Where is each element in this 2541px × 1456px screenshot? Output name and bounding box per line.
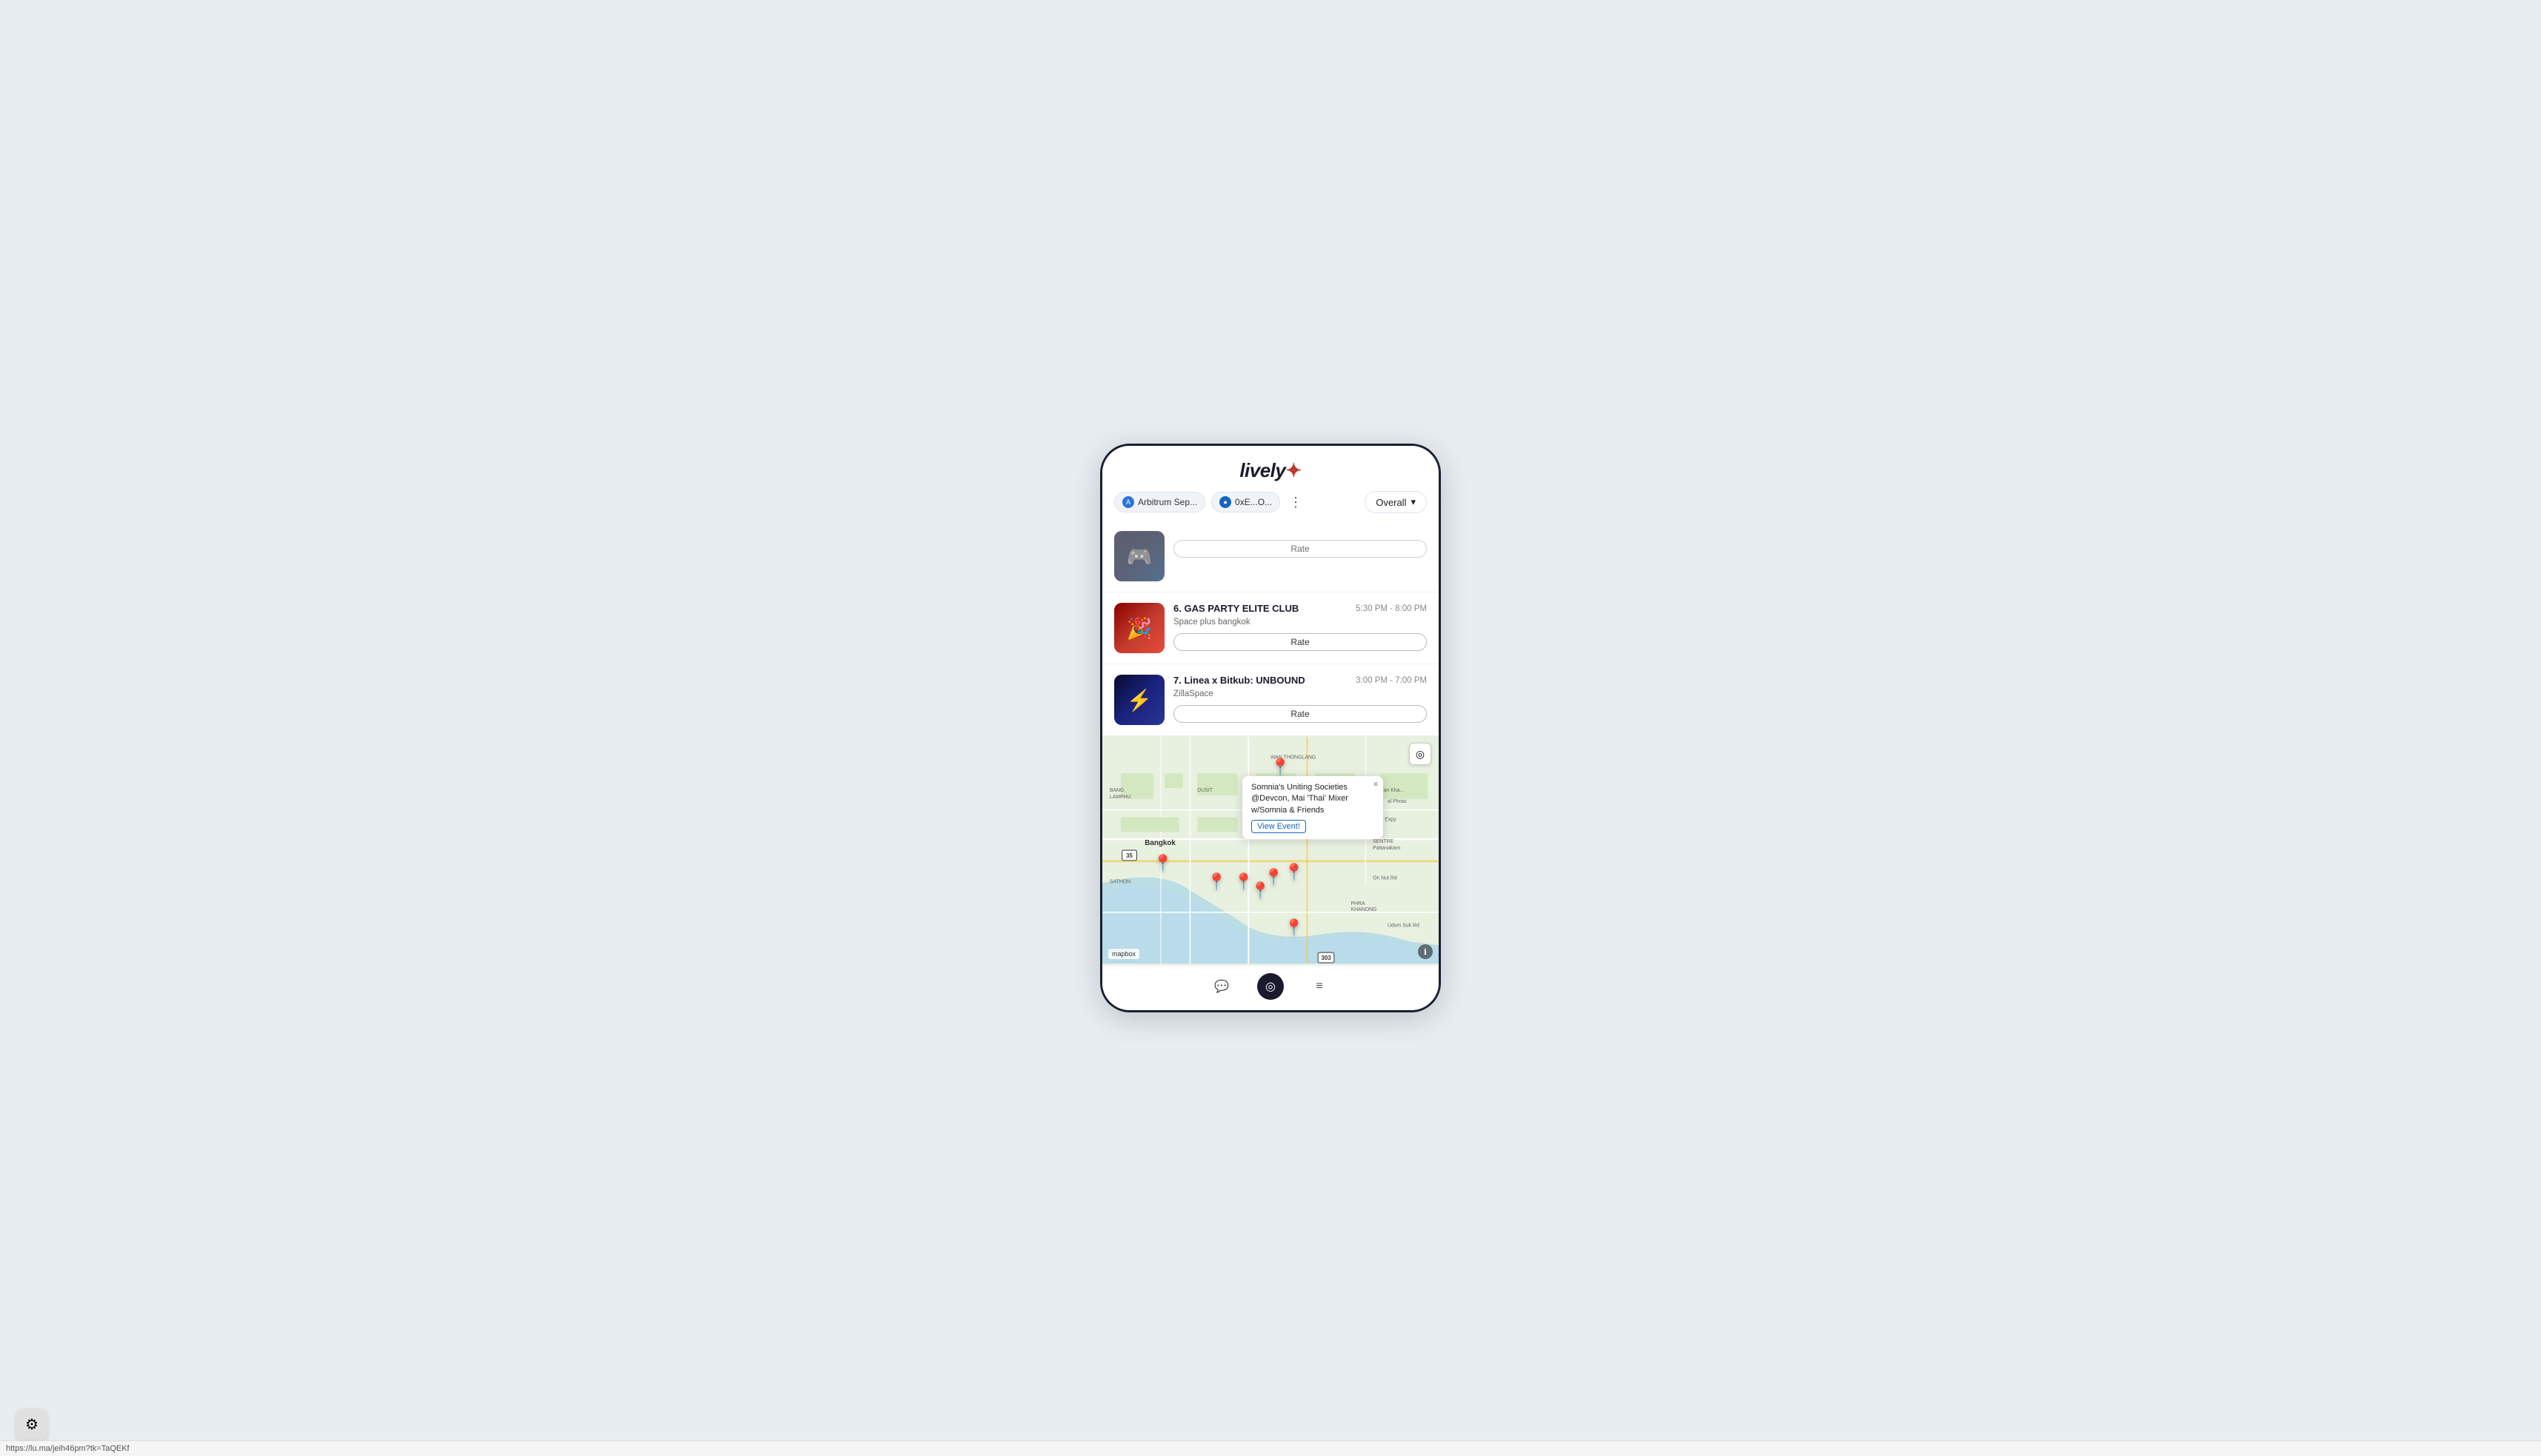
event-time: 3:00 PM - 7:00 PM — [1356, 676, 1427, 685]
event-thumbnail — [1114, 603, 1165, 653]
event-meta: 7. Linea x Bitkub: UNBOUND 3:00 PM - 7:0… — [1173, 675, 1427, 687]
arbitrum-icon: A — [1122, 496, 1134, 508]
svg-text:SATHON: SATHON — [1110, 879, 1130, 884]
event-location: Space plus bangkok — [1173, 618, 1427, 627]
svg-text:Bangkok: Bangkok — [1145, 839, 1176, 847]
chevron-down-icon: ▾ — [1411, 496, 1416, 508]
map-button[interactable]: ◎ — [1257, 973, 1284, 1000]
chat-button[interactable]: 💬 — [1208, 973, 1235, 1000]
overall-dropdown[interactable]: Overall ▾ — [1365, 491, 1427, 513]
map-popup: × Somnia's Uniting Societies @Devcon, Ma… — [1242, 776, 1383, 839]
svg-text:PHRA: PHRA — [1351, 901, 1366, 906]
event-details: 7. Linea x Bitkub: UNBOUND 3:00 PM - 7:0… — [1173, 675, 1427, 723]
popup-title: Somnia's Uniting Societies @Devcon, Mai … — [1251, 782, 1365, 816]
event-meta: 6. GAS PARTY ELITE CLUB 5:30 PM - 8:00 P… — [1173, 603, 1427, 615]
map-pin[interactable]: 📍 — [1270, 758, 1291, 777]
svg-text:35: 35 — [1126, 852, 1133, 859]
svg-text:DUSIT: DUSIT — [1197, 788, 1213, 793]
map-pin[interactable]: 📍 — [1284, 863, 1304, 882]
menu-button[interactable]: ≡ — [1306, 973, 1333, 1000]
svg-text:BANG: BANG — [1110, 788, 1125, 793]
svg-text:al Phrao: al Phrao — [1388, 799, 1407, 804]
rate-button[interactable]: Rate — [1173, 633, 1427, 651]
view-event-link[interactable]: View Event! — [1251, 820, 1306, 833]
rate-button[interactable]: Rate — [1173, 705, 1427, 723]
event-thumbnail — [1114, 675, 1165, 725]
svg-text:SENTRE: SENTRE — [1373, 839, 1393, 844]
more-options-button[interactable]: ⋮ — [1286, 493, 1305, 512]
svg-text:KHANONG: KHANONG — [1351, 907, 1377, 912]
event-title: 7. Linea x Bitkub: UNBOUND — [1173, 675, 1305, 687]
event-location: ZillaSpace — [1173, 689, 1427, 698]
app-content: lively✦ A Arbitrum Sep... ● 0xE...O... ⋮… — [1102, 446, 1439, 1010]
map-pin[interactable]: 📍 — [1207, 872, 1227, 892]
tab1-label: Arbitrum Sep... — [1138, 497, 1197, 507]
mapbox-label: mapbox — [1108, 949, 1139, 959]
app-logo: lively✦ — [1239, 459, 1301, 482]
event-item: Rate — [1102, 521, 1439, 592]
map-pin[interactable]: 📍 — [1284, 918, 1304, 938]
event-time: 5:30 PM - 8:00 PM — [1356, 604, 1427, 613]
svg-text:Pattanakarn: Pattanakarn — [1373, 846, 1400, 851]
event-details: 6. GAS PARTY ELITE CLUB 5:30 PM - 8:00 P… — [1173, 603, 1427, 651]
event-item: 6. GAS PARTY ELITE CLUB 5:30 PM - 8:00 P… — [1102, 592, 1439, 664]
event-item: 7. Linea x Bitkub: UNBOUND 3:00 PM - 7:0… — [1102, 664, 1439, 735]
location-button[interactable]: ◎ — [1409, 743, 1431, 765]
rate-button[interactable]: Rate — [1173, 540, 1427, 558]
event-title: 6. GAS PARTY ELITE CLUB — [1173, 603, 1299, 615]
event-thumbnail — [1114, 531, 1165, 581]
bottom-bar: 💬 ◎ ≡ — [1102, 965, 1439, 1010]
mapbox-attribution: mapbox — [1108, 949, 1139, 959]
logo-star: ✦ — [1285, 459, 1301, 481]
url-text: https://lu.ma/jeih46pm?tk=TaQEKf — [6, 1444, 130, 1453]
tab-arbitrum[interactable]: A Arbitrum Sep... — [1114, 492, 1205, 512]
header: lively✦ — [1102, 446, 1439, 488]
map-section[interactable]: Bangkok BANG LAMPHU DUSIT SANAM PAO HUAI… — [1102, 735, 1439, 965]
svg-text:On Nut Rd: On Nut Rd — [1373, 875, 1397, 881]
svg-text:LAMPHU: LAMPHU — [1110, 795, 1131, 800]
event-details: Rate — [1173, 531, 1427, 558]
tab-wallet[interactable]: ● 0xE...O... — [1211, 492, 1280, 512]
toolbar: A Arbitrum Sep... ● 0xE...O... ⋮ Overall… — [1102, 488, 1439, 521]
wallet-icon: ● — [1219, 496, 1231, 508]
svg-text:Udom Suk Rd: Udom Suk Rd — [1388, 924, 1419, 929]
close-icon[interactable]: × — [1373, 779, 1379, 789]
dropdown-label: Overall — [1376, 497, 1406, 508]
phone-frame: lively✦ A Arbitrum Sep... ● 0xE...O... ⋮… — [1100, 444, 1441, 1012]
info-button[interactable]: ℹ — [1418, 944, 1433, 959]
events-list: Rate 6. GAS PARTY ELITE CLUB 5:30 PM - 8… — [1102, 521, 1439, 735]
svg-text:303: 303 — [1321, 955, 1331, 961]
svg-text:Ban Kha...: Ban Kha... — [1380, 788, 1404, 793]
browser-url-bar: https://lu.ma/jeih46pm?tk=TaQEKf — [0, 1440, 2541, 1456]
logo-text: lively — [1239, 459, 1285, 481]
map-pin[interactable]: 📍 — [1153, 854, 1173, 873]
settings-badge[interactable]: ⚙ — [16, 1409, 47, 1440]
tab2-label: 0xE...O... — [1235, 497, 1272, 507]
map-background: Bangkok BANG LAMPHU DUSIT SANAM PAO HUAI… — [1102, 735, 1439, 965]
map-pin[interactable]: 📍 — [1264, 868, 1284, 887]
